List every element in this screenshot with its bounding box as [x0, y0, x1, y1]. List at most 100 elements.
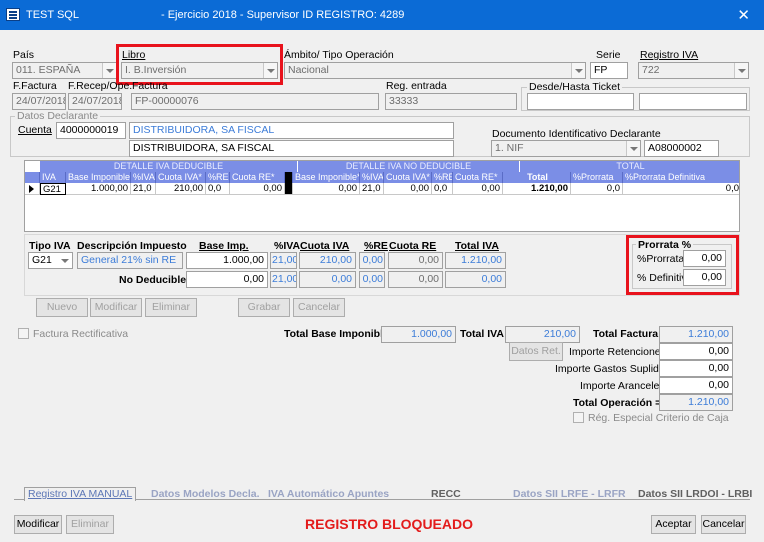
factura-input[interactable]: FP-00000076 [131, 93, 379, 110]
row-selector[interactable] [25, 183, 40, 195]
grid-separator-cell [285, 183, 293, 195]
aranceles-input[interactable]: 0,00 [659, 377, 733, 394]
grid-header[interactable]: Cuota IVA* [384, 172, 432, 183]
tab-sii-lrdoi[interactable]: Datos SII LRDOI - LRBI [638, 488, 752, 501]
hasta-ticket-input[interactable] [639, 93, 747, 110]
total-iva-label: Total IVA [455, 240, 499, 252]
modificar-button-footer[interactable]: Modificar [14, 515, 62, 534]
aceptar-button[interactable]: Aceptar [651, 515, 696, 534]
grid-header[interactable]: Cuota RE* [230, 172, 285, 183]
desc-input[interactable]: General 21% sin RE [77, 252, 183, 269]
ffactura-input[interactable]: 24/07/2018 [12, 93, 66, 110]
grid-header[interactable]: Base Imponible* [293, 172, 360, 183]
chevron-down-icon[interactable] [734, 63, 748, 78]
grid-cell[interactable]: 0,00 [230, 183, 285, 195]
grid-cell[interactable]: 1.210,00 [503, 183, 571, 195]
caja-checkbox[interactable] [573, 412, 584, 423]
grid-cell[interactable]: G21 [40, 183, 66, 195]
tipo-iva-select[interactable]: G21 [28, 252, 73, 269]
cuenta-input[interactable]: 4000000019 [56, 122, 126, 139]
desde-ticket-input[interactable] [527, 93, 634, 110]
retenciones-input[interactable]: 0,00 [659, 343, 733, 360]
close-icon[interactable]: ✕ [737, 6, 750, 24]
grid-header[interactable]: %Prorrata [571, 172, 623, 183]
cuota-iva-input[interactable]: 210,00 [299, 252, 356, 269]
total-iva-input[interactable]: 1.210,00 [445, 252, 506, 269]
pais-select[interactable]: 011. ESPAÑA [12, 62, 117, 79]
grid-header[interactable]: Cuota IVA* [156, 172, 206, 183]
reg-entrada-input[interactable]: 33333 [385, 93, 517, 110]
cancelar-line-button[interactable]: Cancelar [293, 298, 345, 317]
desde-hasta-label: Desde/Hasta Ticket [527, 81, 623, 93]
doc-label: Documento Identificativo Declarante [492, 128, 661, 140]
doc-tipo-select[interactable]: 1. NIF [491, 140, 641, 157]
chevron-down-icon[interactable] [571, 63, 585, 78]
grid-cell[interactable]: 0,00 [293, 183, 360, 195]
tab-registro-iva-manual[interactable]: Registro IVA MANUAL [24, 487, 137, 501]
tab-sii-lrfe[interactable]: Datos SII LRFE - LRFR [513, 488, 626, 501]
nd-cuota-re-input[interactable]: 0,00 [388, 271, 443, 288]
total-iva-sum-value: 210,00 [505, 326, 580, 343]
datos-ret-button[interactable]: Datos Ret. [509, 342, 563, 361]
nd-pre-input[interactable]: 0,00 [359, 271, 385, 288]
nd-cuota-input[interactable]: 0,00 [299, 271, 356, 288]
eliminar-button-footer[interactable]: Eliminar [66, 515, 114, 534]
grid-header[interactable]: %IVA [131, 172, 156, 183]
grid-cell[interactable]: 0,0 [623, 183, 739, 195]
ambito-select[interactable]: Nacional [284, 62, 586, 79]
grid-header[interactable]: %RE [432, 172, 453, 183]
grid-cell[interactable]: 21,0 [360, 183, 384, 195]
grid-cell[interactable]: 0,00 [453, 183, 503, 195]
grid-header[interactable]: Total [503, 172, 571, 183]
grid-header[interactable]: Base Imponible* [66, 172, 131, 183]
pre-input[interactable]: 0,00 [359, 252, 385, 269]
grid-cell[interactable]: 0,0 [571, 183, 623, 195]
tab-datos-modelos[interactable]: Datos Modelos Decla. [151, 488, 260, 501]
doc-num-input[interactable]: A08000002 [644, 140, 719, 157]
frecep-input[interactable]: 24/07/2018 [68, 93, 122, 110]
chevron-down-icon[interactable] [626, 141, 640, 156]
rectificativa-checkbox[interactable] [18, 328, 29, 339]
nuevo-button[interactable]: Nuevo [36, 298, 88, 317]
chevron-down-icon[interactable] [58, 253, 72, 268]
grid-header[interactable]: Cuota RE* [453, 172, 503, 183]
cuota-re-input[interactable]: 0,00 [388, 252, 443, 269]
total-operacion-label: Total Operación = [573, 397, 662, 409]
grabar-button[interactable]: Grabar [238, 298, 290, 317]
grid-cell[interactable]: 0,0 [432, 183, 453, 195]
grid-cell[interactable]: 0,00 [384, 183, 432, 195]
grid-cell[interactable]: 0,0 [206, 183, 230, 195]
nombre-input[interactable]: DISTRIBUIDORA, SA FISCAL [129, 122, 454, 139]
nd-total-input[interactable]: 0,00 [445, 271, 506, 288]
ambito-label: Ámbito/ Tipo Operación [284, 49, 394, 61]
piva-input[interactable]: 21,00 [270, 252, 297, 269]
cancelar-button[interactable]: Cancelar [701, 515, 746, 534]
grid-cell[interactable]: 1.000,00 [66, 183, 131, 195]
tab-iva-automatico[interactable]: IVA Automático Apuntes [268, 488, 389, 501]
modificar-button[interactable]: Modificar [90, 298, 142, 317]
total-factura-label: Total Factura [593, 328, 659, 340]
eliminar-button[interactable]: Eliminar [145, 298, 197, 317]
nombre2-input[interactable]: DISTRIBUIDORA, SA FISCAL [129, 140, 454, 157]
tab-recc[interactable]: RECC [431, 488, 461, 501]
grid-header[interactable]: %RE [206, 172, 230, 183]
base-imp-input[interactable]: 1.000,00 [186, 252, 268, 269]
chevron-down-icon[interactable] [102, 63, 116, 78]
nd-base-input[interactable]: 0,00 [186, 271, 268, 288]
total-base-label: Total Base Imponible [284, 328, 389, 340]
registro-iva-select[interactable]: 722 [638, 62, 749, 79]
grid-group-total: TOTAL [519, 161, 739, 172]
registro-iva-label: Registro IVA [640, 49, 699, 61]
caret-right-icon [29, 185, 34, 193]
grid-header[interactable]: %Prorrata Definitiva [623, 172, 739, 183]
serie-label: Serie [596, 49, 621, 61]
serie-input[interactable]: FP [590, 62, 628, 79]
grid-cell[interactable]: 21,0 [131, 183, 156, 195]
grid-cell[interactable]: 210,00 [156, 183, 206, 195]
suplidos-input[interactable]: 0,00 [659, 360, 733, 377]
prorrata-highlight [626, 235, 739, 295]
reg-entrada-label: Reg. entrada [386, 80, 447, 92]
grid-header[interactable]: IVA [40, 172, 66, 183]
nd-piva-input[interactable]: 21,00 [270, 271, 297, 288]
grid-header[interactable]: %IVA [360, 172, 384, 183]
